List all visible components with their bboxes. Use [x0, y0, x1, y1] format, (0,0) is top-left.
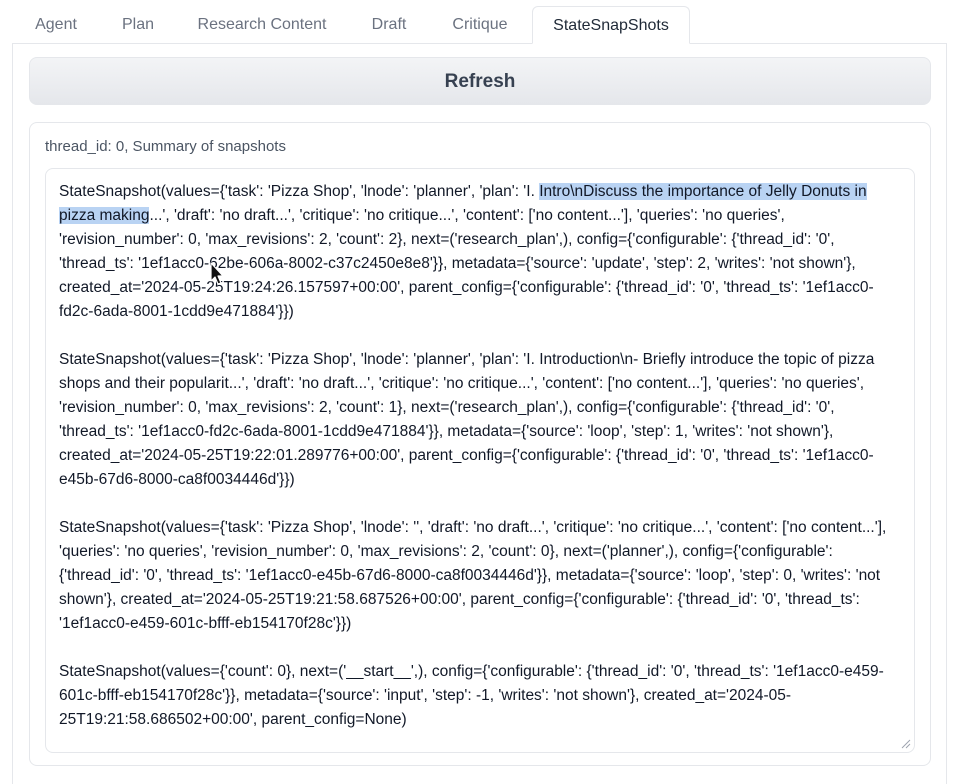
snapshot-entry-2: StateSnapshot(values={'task': 'Pizza Sho…	[59, 351, 875, 488]
refresh-button[interactable]: Refresh	[29, 57, 931, 105]
snapshot-summary-textarea[interactable]: StateSnapshot(values={'task': 'Pizza Sho…	[45, 168, 915, 753]
resize-handle-icon[interactable]	[901, 739, 911, 749]
tab-plan[interactable]: Plan	[108, 6, 168, 44]
tab-research-content[interactable]: Research Content	[186, 6, 338, 44]
snapshot-entry-3: StateSnapshot(values={'task': 'Pizza Sho…	[59, 519, 887, 632]
tab-critique[interactable]: Critique	[438, 6, 522, 44]
tab-bar: Agent Plan Research Content Draft Critiq…	[0, 0, 959, 44]
tab-agent[interactable]: Agent	[22, 6, 90, 44]
snapshot-entry-1: StateSnapshot(values={'task': 'Pizza Sho…	[59, 180, 902, 324]
snapshot-1-text-end: ...', 'draft': 'no draft...', 'critique'…	[59, 207, 874, 320]
summary-label: thread_id: 0, Summary of snapshots	[45, 138, 286, 155]
snapshot-1-text-start: StateSnapshot(values={'task': 'Pizza Sho…	[59, 183, 540, 200]
tab-draft[interactable]: Draft	[356, 6, 422, 44]
mouse-pointer-icon	[210, 262, 224, 285]
snapshot-summary-block: thread_id: 0, Summary of snapshots State…	[29, 122, 931, 766]
tab-statesnapshots[interactable]: StateSnapShots	[532, 6, 690, 44]
snapshot-entry-4: StateSnapshot(values={'count': 0}, next=…	[59, 663, 884, 728]
